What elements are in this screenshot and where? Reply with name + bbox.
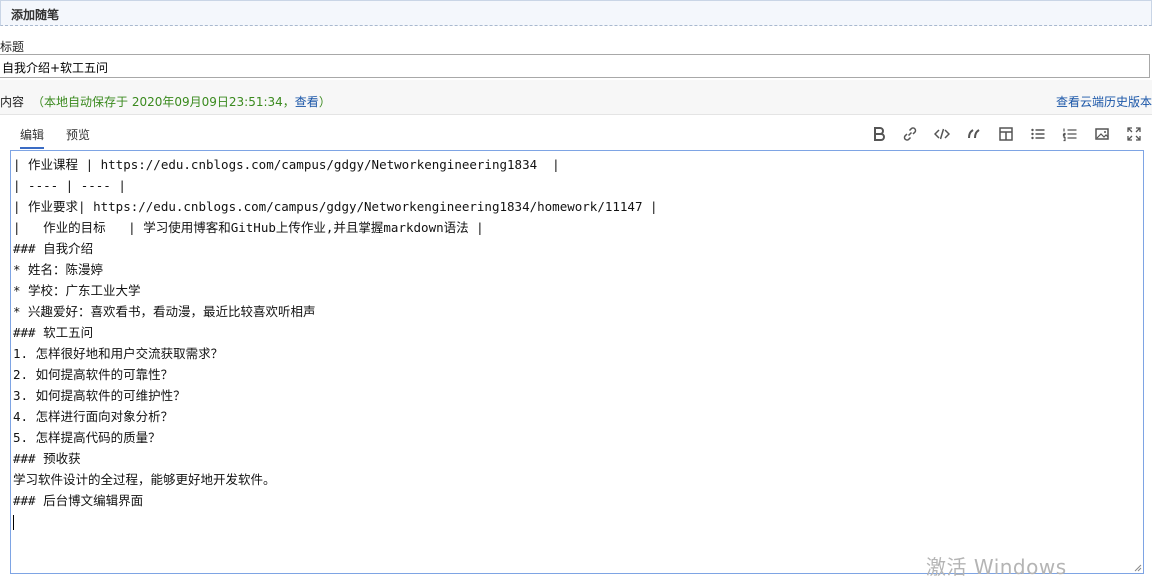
editor-line: | 作业要求| https://edu.cnblogs.com/campus/g… (13, 199, 658, 214)
tab-edit[interactable]: 编辑 (20, 126, 45, 149)
editor-line: * 兴趣爱好：喜欢看书，看动漫，最近比较喜欢听相声 (13, 304, 316, 319)
quote-icon[interactable] (963, 124, 985, 144)
page-title: 添加随笔 (11, 8, 60, 22)
image-icon[interactable] (1091, 124, 1113, 144)
autosave-text: （本地自动保存于 2020年09月09日23:51:34， (32, 95, 295, 109)
editor-line: ### 预收获 (13, 451, 81, 466)
editor-line: * 学校：广东工业大学 (13, 283, 141, 298)
windows-activation-watermark: 激活 Windows (926, 555, 1067, 579)
editor-line: 4. 怎样进行面向对象分析？ (13, 409, 174, 424)
editor-text[interactable]: | 作业课程 | https://edu.cnblogs.com/campus/… (13, 154, 1141, 532)
fullscreen-icon[interactable] (1123, 124, 1145, 144)
editor-line: 学习软件设计的全过程，能够更好地开发软件。 (13, 472, 276, 487)
editor-line: ### 后台博文编辑界面 (13, 493, 144, 508)
editor-line: 1. 怎样很好地和用户交流获取需求？ (13, 346, 224, 361)
text-cursor (13, 515, 14, 530)
resize-grip-icon[interactable] (1132, 562, 1142, 572)
editor-line: ### 软工五问 (13, 325, 94, 340)
ordered-list-icon[interactable] (1059, 124, 1081, 144)
editor-line: * 姓名：陈漫婷 (13, 262, 104, 277)
content-label: 内容 (0, 95, 25, 109)
view-autosave-link[interactable]: 查看 (295, 95, 319, 109)
editor-line: 5. 怎样提高代码的质量？ (13, 430, 161, 445)
editor-line: 3. 如何提高软件的可维护性？ (13, 388, 186, 403)
code-icon[interactable] (931, 124, 953, 144)
unordered-list-icon[interactable] (1027, 124, 1049, 144)
autosave-status: （本地自动保存于 2020年09月09日23:51:34，查看） (32, 93, 331, 110)
tab-preview[interactable]: 预览 (66, 126, 90, 143)
page-header: 添加随笔 (0, 0, 1152, 26)
editor-cursor-line (13, 511, 1141, 532)
bold-icon[interactable] (868, 124, 890, 144)
editor-line: | 作业的目标 | 学习使用博客和GitHub上传作业,并且掌握markdown… (13, 220, 484, 235)
link-icon[interactable] (899, 124, 921, 144)
autosave-close: ） (318, 95, 331, 109)
markdown-editor[interactable]: | 作业课程 | https://edu.cnblogs.com/campus/… (10, 150, 1144, 574)
title-label: 标题 (0, 40, 25, 54)
table-icon[interactable] (995, 124, 1017, 144)
editor-line: ### 自我介绍 (13, 241, 94, 256)
editor-line: | ---- | ---- | (13, 178, 126, 193)
editor-line: 2. 如何提高软件的可靠性？ (13, 367, 174, 382)
content-info-bar: 内容 （本地自动保存于 2020年09月09日23:51:34，查看） 查看云端… (0, 80, 1152, 115)
cloud-history-link[interactable]: 查看云端历史版本 (1056, 93, 1152, 110)
editor-line: | 作业课程 | https://edu.cnblogs.com/campus/… (13, 157, 560, 172)
title-input[interactable]: 自我介绍+软工五问 (0, 54, 1150, 78)
